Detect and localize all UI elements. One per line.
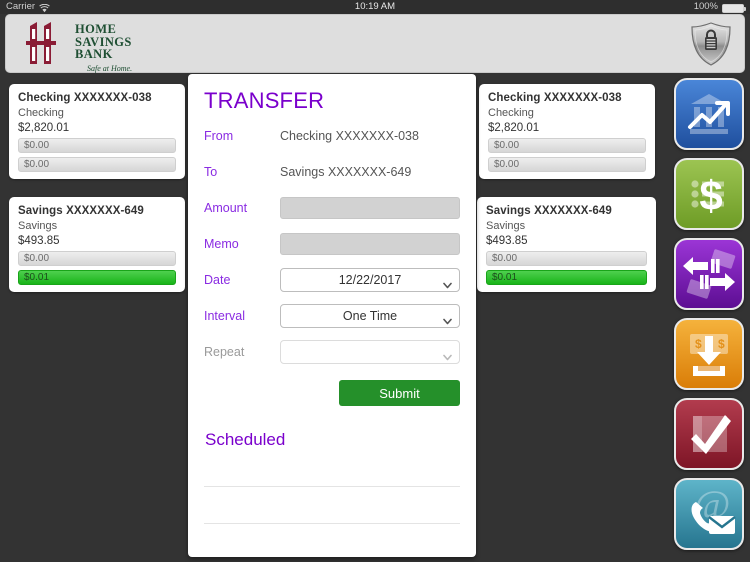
accounts-button[interactable]	[674, 78, 744, 150]
date-row: Date 12/22/2017	[204, 268, 460, 292]
ios-status-bar: Carrier 10:19 AM 100%	[0, 0, 750, 14]
deposit-button[interactable]: $ $	[674, 318, 744, 390]
interval-row: Interval One Time	[204, 304, 460, 328]
amount-input[interactable]	[280, 197, 460, 219]
to-row: To Savings XXXXXXX-649	[204, 160, 460, 184]
transfers-button[interactable]	[674, 238, 744, 310]
app-root: Carrier 10:19 AM 100% HOME SAVINGS BANK …	[0, 0, 750, 562]
account-bar-1: $0.00	[18, 251, 176, 266]
interval-select-value: One Time	[342, 309, 398, 323]
account-title: Savings XXXXXXX-649	[18, 205, 144, 217]
to-label: To	[204, 165, 218, 179]
account-bar-1: $0.00	[18, 138, 176, 153]
app-header: HOME SAVINGS BANK Safe at Home.	[5, 14, 745, 73]
status-bar-right: 100%	[693, 0, 746, 14]
approvals-button[interactable]	[674, 398, 744, 470]
date-select-value: 12/22/2017	[338, 273, 402, 287]
account-type: Savings	[18, 220, 58, 232]
account-bar-2: $0.01	[18, 270, 176, 285]
home-columns-logo-icon	[24, 20, 70, 68]
submit-row: Submit	[204, 380, 460, 406]
dollar-list-icon: $	[691, 172, 724, 219]
account-type: Checking	[18, 107, 64, 119]
account-bar-1: $0.00	[486, 251, 647, 266]
scheduled-heading: Scheduled	[205, 430, 286, 449]
account-title: Checking XXXXXXX-038	[488, 92, 622, 104]
date-select[interactable]: 12/22/2017	[280, 268, 460, 292]
account-balance: $493.85	[18, 235, 60, 247]
battery-full-icon	[722, 3, 746, 13]
battery-percent-label: 100%	[693, 1, 718, 12]
right-account-card-savings[interactable]: Savings XXXXXXX-649 Savings $493.85 $0.0…	[477, 197, 656, 292]
account-bar-2: $0.00	[18, 157, 176, 172]
memo-label: Memo	[204, 237, 239, 251]
account-balance: $2,820.01	[18, 122, 70, 134]
page-title: TRANSFER	[204, 88, 325, 113]
account-balance: $493.85	[486, 235, 528, 247]
logo-line-home: HOME	[75, 22, 117, 36]
svg-text:$: $	[695, 337, 702, 351]
status-bar-clock: 10:19 AM	[354, 1, 396, 12]
from-label: From	[204, 129, 234, 143]
account-title: Savings XXXXXXX-649	[486, 205, 612, 217]
from-value: Checking XXXXXXX-038	[280, 129, 419, 143]
interval-select[interactable]: One Time	[280, 304, 460, 328]
left-account-card-savings[interactable]: Savings XXXXXXX-649 Savings $493.85 $0.0…	[9, 197, 185, 292]
repeat-row: Repeat	[204, 340, 460, 364]
account-balance: $2,820.01	[488, 122, 540, 134]
repeat-select[interactable]	[280, 340, 460, 364]
payments-button[interactable]: $	[674, 158, 744, 230]
submit-button[interactable]: Submit	[339, 380, 460, 406]
chevron-down-icon	[443, 347, 452, 361]
account-type: Savings	[486, 220, 526, 232]
security-button[interactable]	[688, 21, 734, 67]
phone-email-icon: @	[691, 482, 736, 534]
to-value: Savings XXXXXXX-649	[280, 165, 412, 179]
from-row: From Checking XXXXXXX-038	[204, 124, 460, 148]
logo-line-bank: BANK	[75, 47, 113, 61]
account-bar-1: $0.00	[488, 138, 646, 153]
interval-label: Interval	[204, 309, 245, 323]
left-account-card-checking[interactable]: Checking XXXXXXX-038 Checking $2,820.01 …	[9, 84, 185, 179]
memo-row: Memo	[204, 232, 460, 256]
transfer-panel: TRANSFER From Checking XXXXXXX-038 To Sa…	[188, 74, 476, 557]
scheduled-list	[204, 486, 460, 557]
scheduled-row-divider	[204, 486, 460, 487]
bank-logo: HOME SAVINGS BANK Safe at Home.	[24, 20, 132, 73]
date-label: Date	[204, 273, 231, 287]
shield-lock-icon	[691, 22, 731, 66]
transfer-arrows-icon	[683, 249, 736, 299]
right-account-card-checking[interactable]: Checking XXXXXXX-038 Checking $2,820.01 …	[479, 84, 655, 179]
account-bar-2: $0.01	[486, 270, 647, 285]
repeat-label: Repeat	[204, 345, 245, 359]
scheduled-row-divider	[204, 523, 460, 524]
bank-chart-icon	[688, 94, 730, 134]
amount-row: Amount	[204, 196, 460, 220]
contact-button[interactable]: @	[674, 478, 744, 550]
chevron-down-icon	[443, 275, 452, 289]
account-bar-2: $0.00	[488, 157, 646, 172]
svg-text:$: $	[699, 172, 722, 219]
account-type: Checking	[488, 107, 534, 119]
nav-rail: $ $ $ @	[674, 78, 746, 558]
svg-text:$: $	[718, 337, 725, 351]
bank-logo-text: HOME SAVINGS BANK Safe at Home.	[75, 20, 132, 73]
logo-tagline: Safe at Home.	[87, 63, 133, 73]
deposit-money-icon: $ $	[690, 334, 728, 376]
checkmark-box-icon	[691, 415, 731, 454]
amount-label: Amount	[204, 201, 248, 215]
memo-input[interactable]	[280, 233, 460, 255]
account-title: Checking XXXXXXX-038	[18, 92, 152, 104]
chevron-down-icon	[443, 311, 452, 325]
